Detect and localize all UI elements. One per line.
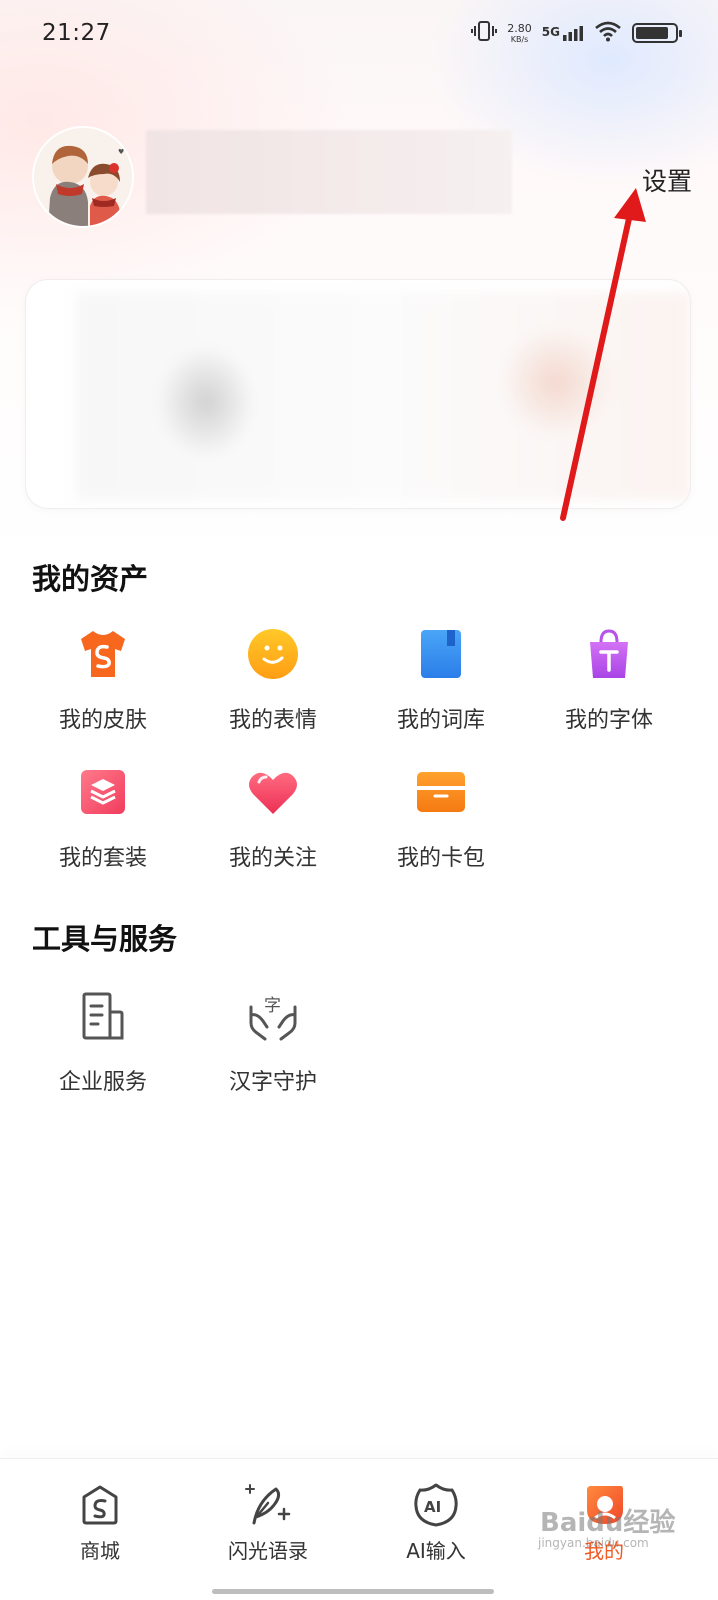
network-type: 5G xyxy=(541,25,560,39)
settings-button[interactable]: 设置 xyxy=(642,162,692,198)
wifi-icon xyxy=(594,20,622,46)
nav-item-ai-input[interactable]: AI AI输入 xyxy=(366,1481,506,1581)
avatar[interactable]: ♥♥ xyxy=(32,126,134,228)
nav-item-label: 闪光语录 xyxy=(228,1539,308,1563)
network-speed-value: 2.80 xyxy=(507,21,532,35)
asset-item-emoji[interactable]: 我的表情 xyxy=(198,626,348,736)
tool-item-enterprise[interactable]: 企业服务 xyxy=(28,988,178,1098)
asset-item-skin[interactable]: 我的皮肤 xyxy=(28,626,178,736)
assets-section-title: 我的资产 xyxy=(32,562,149,596)
watermark-logo: Baidu经验 xyxy=(540,1508,676,1538)
ai-icon: AI xyxy=(412,1481,460,1529)
avatar-illustration: ♥♥ xyxy=(34,128,132,226)
home-indicator[interactable] xyxy=(212,1589,494,1594)
tool-item-label: 汉字守护 xyxy=(228,1070,317,1095)
nav-item-quotes[interactable]: 闪光语录 xyxy=(198,1481,338,1581)
asset-item-card-wallet[interactable]: 我的卡包 xyxy=(366,764,516,874)
svg-text:AI: AI xyxy=(424,1498,441,1516)
book-icon xyxy=(413,626,469,682)
vibrate-icon xyxy=(471,20,498,46)
asset-item-label: 我的词库 xyxy=(396,708,485,733)
card-wallet-icon xyxy=(413,764,469,820)
smiley-icon xyxy=(245,626,301,682)
asset-item-label: 我的字体 xyxy=(564,708,653,733)
asset-item-label: 我的卡包 xyxy=(396,846,485,871)
status-icons: 2.80 KB/s 5G xyxy=(471,20,682,46)
hands-character-icon: 字 xyxy=(245,988,301,1044)
asset-item-font[interactable]: 我的字体 xyxy=(534,626,684,736)
membership-card-blurred-content xyxy=(76,292,690,500)
asset-item-follow[interactable]: 我的关注 xyxy=(198,764,348,874)
network-speed-unit: KB/s xyxy=(510,34,529,44)
membership-card[interactable] xyxy=(26,280,690,508)
svg-text:♥♥: ♥♥ xyxy=(118,148,131,156)
signal-5g-icon: 5G xyxy=(542,25,584,41)
nav-item-shop[interactable]: 商城 xyxy=(30,1481,170,1581)
asset-item-lexicon[interactable]: 我的词库 xyxy=(366,626,516,736)
tool-item-hanzi-protect[interactable]: 字 汉字守护 xyxy=(198,988,348,1098)
nav-item-label: AI输入 xyxy=(406,1539,466,1563)
watermark-url: jingyan.baidu.com xyxy=(538,1536,649,1550)
layers-icon xyxy=(75,764,131,820)
status-bar: 21:27 2.80 KB/s 5G xyxy=(0,0,718,66)
asset-item-suit[interactable]: 我的套装 xyxy=(28,764,178,874)
nav-item-label: 商城 xyxy=(80,1539,120,1563)
asset-item-label: 我的关注 xyxy=(228,846,317,871)
battery-icon xyxy=(632,23,682,43)
username-blurred xyxy=(146,130,512,214)
network-speed: 2.80 KB/s xyxy=(507,23,532,44)
heart-icon xyxy=(245,764,301,820)
feather-sparkle-icon xyxy=(244,1481,292,1529)
asset-item-label: 我的表情 xyxy=(228,708,317,733)
shopping-bag-font-icon xyxy=(581,626,637,682)
asset-item-label: 我的皮肤 xyxy=(58,708,147,733)
shop-icon xyxy=(76,1481,124,1529)
tool-item-label: 企业服务 xyxy=(58,1070,147,1095)
tools-section-title: 工具与服务 xyxy=(32,922,178,956)
asset-item-label: 我的套装 xyxy=(58,846,147,871)
svg-text:字: 字 xyxy=(264,996,281,1016)
tshirt-icon xyxy=(75,626,131,682)
document-icon xyxy=(75,988,131,1044)
battery-fill xyxy=(636,27,669,39)
profile-header: ♥♥ 设置 xyxy=(32,126,692,230)
status-time: 21:27 xyxy=(42,20,111,46)
